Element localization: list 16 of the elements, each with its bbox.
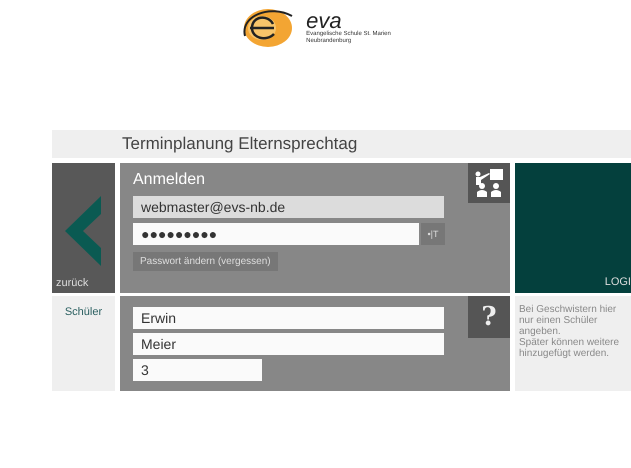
login-heading: Anmelden (133, 171, 206, 189)
page-title: Terminplanung Elternsprechtag (52, 130, 631, 158)
email-field[interactable]: webmaster@evs-nb.de (133, 196, 444, 218)
student-label: Schüler (64, 306, 102, 320)
last-name-field[interactable]: Meier (133, 333, 444, 355)
back-label: zurück (55, 277, 88, 291)
logo-name: eva (306, 11, 343, 31)
password-field[interactable]: ●●●●●●●●● (133, 223, 419, 245)
first-name-field[interactable]: Erwin (133, 307, 444, 329)
login-button[interactable]: LOGI (515, 163, 631, 293)
class-field[interactable]: 3 (133, 359, 262, 381)
chevron-left-icon (65, 196, 101, 266)
back-button[interactable]: zurück (52, 163, 115, 293)
teacher-students-icon (474, 169, 504, 197)
hint-text: Bei Geschwistern hier nur einen Schüler angeben. Später können weitere hinzugefügt werden. (515, 296, 631, 391)
help-button[interactable]: ? (468, 296, 510, 338)
